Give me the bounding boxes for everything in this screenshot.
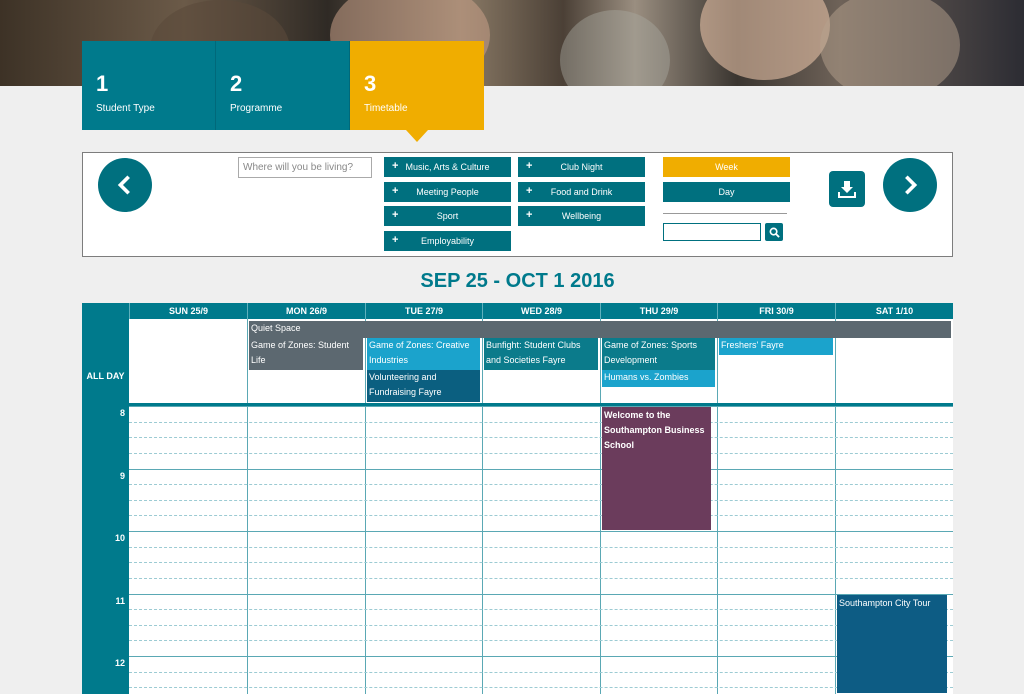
quarter-line (129, 452, 953, 454)
day-view-button[interactable]: Day (663, 182, 790, 202)
category-label: Music, Arts & Culture (405, 162, 490, 172)
category-label: Club Night (560, 162, 603, 172)
search-input[interactable] (663, 223, 761, 241)
category-label: Food and Drink (550, 187, 613, 197)
download-button[interactable] (829, 171, 865, 207)
category-label: Sport (436, 211, 459, 221)
all-day-event[interactable]: Humans vs. Zombies (602, 370, 715, 387)
day-header[interactable]: MON 26/9 (247, 303, 365, 319)
week-title: SEP 25 - OCT 1 2016 (420, 270, 615, 292)
day-header[interactable]: SUN 25/9 (129, 303, 247, 319)
category-label: Wellbeing (561, 211, 602, 221)
plus-icon: + (526, 185, 533, 197)
hour-label: 11 (115, 595, 125, 606)
download-icon (838, 181, 856, 198)
quarter-line (129, 671, 953, 673)
category-club-night[interactable]: + Club Night (518, 157, 645, 177)
day-header[interactable]: TUE 27/9 (365, 303, 482, 319)
quarter-line (129, 546, 953, 548)
step-programme[interactable]: 2 Programme (216, 41, 350, 130)
all-day-event[interactable]: Bunfight: Student Clubs and Societies Fa… (484, 338, 598, 370)
location-input[interactable] (238, 157, 372, 178)
category-wellbeing[interactable]: + Wellbeing (518, 206, 645, 226)
quarter-line (129, 609, 953, 611)
hour-line (129, 406, 953, 407)
active-step-pointer (406, 130, 428, 142)
category-music-arts-culture[interactable]: + Music, Arts & Culture (384, 157, 511, 177)
quarter-line (129, 624, 953, 626)
day-header[interactable]: THU 29/9 (600, 303, 717, 319)
plus-icon: + (526, 209, 533, 221)
chevron-left-icon (117, 175, 130, 195)
hour-line (129, 656, 953, 657)
all-day-event[interactable]: Game of Zones: Sports Development (602, 338, 715, 370)
all-day-event[interactable]: Volunteering and Fundraising Fayre (367, 370, 480, 402)
hour-label: 10 (114, 533, 125, 543)
category-food-and-drink[interactable]: + Food and Drink (518, 182, 645, 202)
plus-icon: + (526, 160, 533, 172)
category-sport[interactable]: + Sport (384, 206, 511, 226)
step-number: 2 (230, 71, 243, 96)
all-day-event[interactable]: Quiet Space (249, 321, 951, 338)
timed-event[interactable]: Southampton City Tour (837, 594, 947, 693)
quarter-line (129, 577, 953, 579)
quarter-line (129, 499, 953, 501)
search-icon (769, 227, 780, 238)
step-student-type[interactable]: 1 Student Type (82, 41, 216, 130)
hour-line (129, 531, 953, 532)
search-button[interactable] (765, 223, 783, 241)
category-label: Meeting People (416, 187, 479, 197)
all-day-label: ALL DAY (86, 371, 125, 381)
day-header[interactable]: FRI 30/9 (717, 303, 835, 319)
category-employability[interactable]: + Employability (384, 231, 511, 251)
column-divider (835, 319, 836, 694)
calendar-grid: SUN 25/9 MON 26/9 TUE 27/9 WED 28/9 THU 29/9… (82, 303, 953, 694)
time-gutter: ALL DAY 8 9 10 11 12 (82, 319, 129, 694)
filter-panel: + Music, Arts & Culture + Meeting People… (82, 152, 953, 257)
quarter-line (129, 562, 953, 564)
column-divider (717, 319, 718, 694)
plus-icon: + (392, 234, 399, 246)
step-label: Student Type (96, 103, 155, 114)
hour-label: 8 (119, 408, 125, 418)
timed-event[interactable]: Welcome to the Southampton Business Scho… (602, 407, 711, 530)
all-day-event[interactable]: Game of Zones: Student Life (249, 338, 363, 370)
plus-icon: + (392, 185, 399, 197)
column-divider (365, 319, 366, 694)
week-view-button[interactable]: Week (663, 157, 790, 177)
plus-icon: + (392, 160, 399, 172)
step-number: 1 (96, 71, 109, 96)
step-nav: 1 Student Type 2 Programme 3 Timetable (82, 41, 484, 142)
column-divider (247, 319, 248, 694)
column-divider (482, 319, 483, 694)
hour-line (129, 593, 953, 595)
step-number: 3 (364, 71, 377, 96)
quarter-line (129, 515, 953, 517)
quarter-line (129, 437, 953, 439)
divider (663, 213, 787, 214)
next-week-button[interactable] (883, 158, 937, 212)
all-day-event[interactable]: Freshers' Fayre (719, 338, 833, 355)
all-day-event[interactable]: Game of Zones: Creative Industries (367, 338, 480, 370)
prev-week-button[interactable] (98, 158, 152, 212)
step-label: Programme (230, 103, 283, 114)
hour-line (129, 468, 953, 470)
quarter-line (129, 421, 953, 423)
step-timetable[interactable]: 3 Timetable (350, 41, 484, 142)
category-meeting-people[interactable]: + Meeting People (384, 182, 511, 202)
day-header[interactable]: WED 28/9 (482, 303, 600, 319)
plus-icon: + (392, 209, 399, 221)
quarter-line (129, 687, 953, 689)
calendar-header: SUN 25/9 MON 26/9 TUE 27/9 WED 28/9 THU 29/9… (82, 303, 953, 319)
column-divider (600, 319, 601, 694)
quarter-line (129, 484, 953, 486)
step-label: Timetable (364, 103, 408, 114)
hour-label: 9 (119, 470, 125, 481)
category-label: Employability (420, 236, 475, 246)
quarter-line (129, 640, 953, 642)
day-header[interactable]: SAT 1/10 (835, 303, 953, 319)
chevron-right-icon (905, 175, 918, 195)
hour-label: 12 (114, 658, 125, 668)
